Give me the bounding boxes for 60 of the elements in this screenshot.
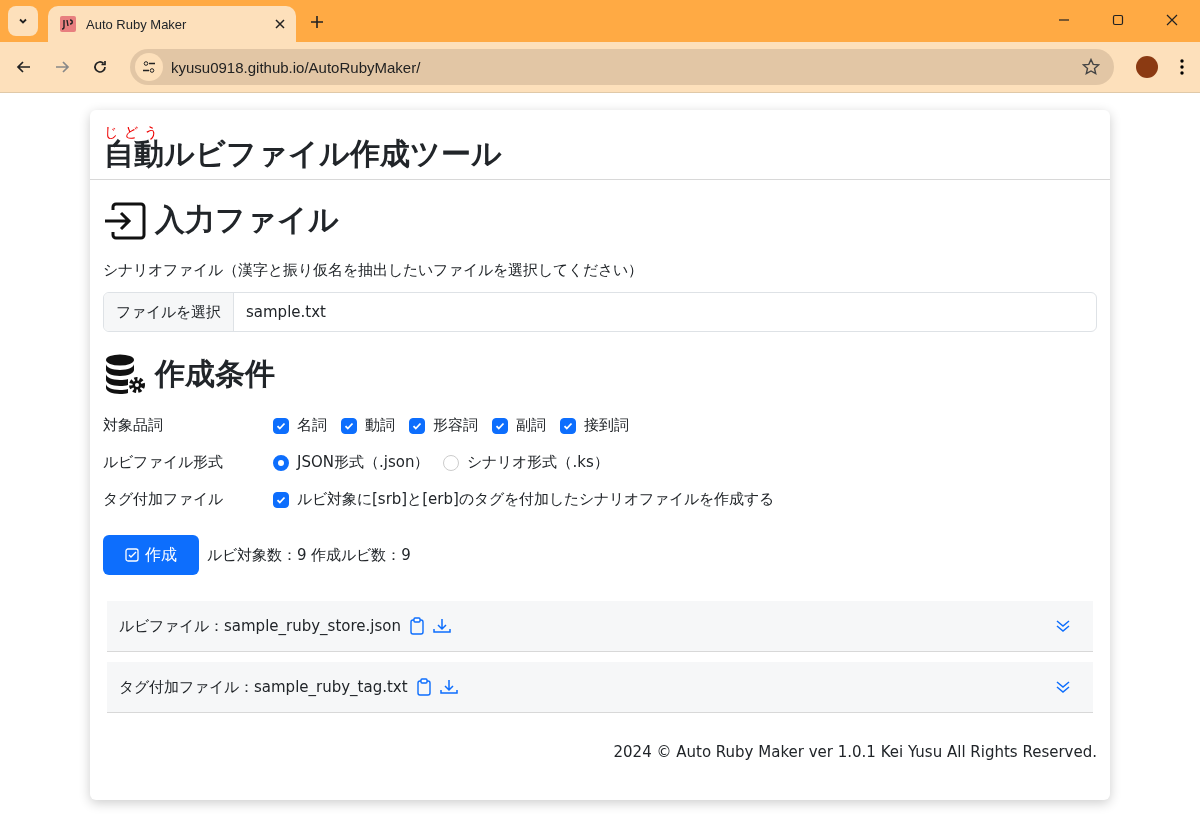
double-chevron-down-icon[interactable]	[1055, 679, 1071, 695]
checkmark-icon	[563, 420, 573, 431]
section-heading: 入力ファイル	[155, 201, 339, 239]
page-title: 自動 じどう ルビファイル作成ツール	[90, 110, 1110, 180]
maximize-icon[interactable]	[1112, 14, 1124, 26]
result-counts: ルビ対象数：9 作成ルビ数：9	[207, 545, 411, 565]
option-text: 副詞	[516, 416, 546, 435]
checkmark-icon	[495, 420, 505, 431]
option-label: 対象品詞	[103, 416, 164, 435]
site-settings-icon[interactable]	[135, 53, 163, 81]
bookmark-star-icon[interactable]	[1082, 58, 1100, 76]
accordion-header[interactable]: ルビファイル：sample_ruby_store.json	[107, 601, 1093, 652]
checkbox[interactable]	[273, 417, 289, 434]
download-icon[interactable]	[433, 618, 451, 634]
create-button[interactable]: 作成	[103, 535, 199, 575]
option-text: 動詞	[365, 416, 395, 435]
clipboard-icon[interactable]	[409, 617, 425, 635]
file-output-label: ルビファイル：sample_ruby_store.json	[119, 616, 401, 636]
option-text: 名詞	[297, 416, 327, 435]
option-text: 接到詞	[584, 416, 629, 435]
checkbox[interactable]	[492, 417, 508, 434]
option-text: ルビ対象に[srb]と[erb]のタグを付加したシナリオファイルを作成する	[297, 490, 774, 509]
checkmark-icon	[276, 494, 286, 505]
file-output-label: タグ付加ファイル：sample_ruby_tag.txt	[119, 677, 408, 697]
close-icon[interactable]	[274, 18, 286, 30]
close-icon[interactable]	[1166, 14, 1178, 26]
checkmark-icon	[344, 420, 354, 431]
back-icon[interactable]	[16, 59, 32, 75]
checkmark-icon	[276, 420, 286, 431]
option-text: 形容詞	[433, 416, 478, 435]
more-menu-icon[interactable]	[1180, 59, 1184, 75]
browser-tab[interactable]: Auto Ruby Maker	[48, 6, 296, 42]
section-heading: 作成条件	[155, 354, 275, 393]
checkbox[interactable]	[341, 417, 357, 434]
check-square-icon	[125, 548, 139, 562]
reload-icon[interactable]	[92, 59, 108, 75]
checkmark-icon	[412, 420, 422, 431]
footer-copyright: 2024 © Auto Ruby Maker ver 1.0.1 Kei Yusu All Rights Reserved.	[612, 743, 1097, 761]
option-label: タグ付加ファイル	[103, 490, 224, 509]
new-tab-icon[interactable]	[310, 15, 324, 29]
option-text: シナリオ形式（.ks）	[467, 453, 609, 472]
clipboard-icon[interactable]	[415, 678, 432, 696]
address-bar[interactable]: kyusu0918.github.io/AutoRubyMaker/	[130, 49, 1114, 85]
checkbox[interactable]	[409, 417, 425, 434]
profile-avatar[interactable]	[1136, 56, 1158, 78]
checkbox[interactable]	[273, 491, 289, 508]
tab-title: Auto Ruby Maker	[86, 16, 188, 32]
accordion-header[interactable]: タグ付加ファイル：sample_ruby_tag.txt	[107, 662, 1093, 713]
download-icon[interactable]	[439, 679, 458, 695]
option-text: JSON形式（.json）	[297, 453, 430, 472]
file-input-field[interactable]: ファイルを選択 sample.txt	[103, 292, 1097, 332]
sign-in-icon	[103, 200, 147, 241]
checkbox[interactable]	[560, 417, 576, 434]
radio-button[interactable]	[273, 454, 289, 471]
double-chevron-down-icon[interactable]	[1055, 618, 1071, 634]
app-favicon-icon	[60, 16, 76, 32]
field-label: シナリオファイル（漢字と振り仮名を抽出したいファイルを選択してください）	[103, 261, 644, 280]
database-gear-icon	[103, 352, 147, 396]
option-label: ルビファイル形式	[103, 453, 224, 472]
forward-icon[interactable]	[54, 59, 70, 75]
